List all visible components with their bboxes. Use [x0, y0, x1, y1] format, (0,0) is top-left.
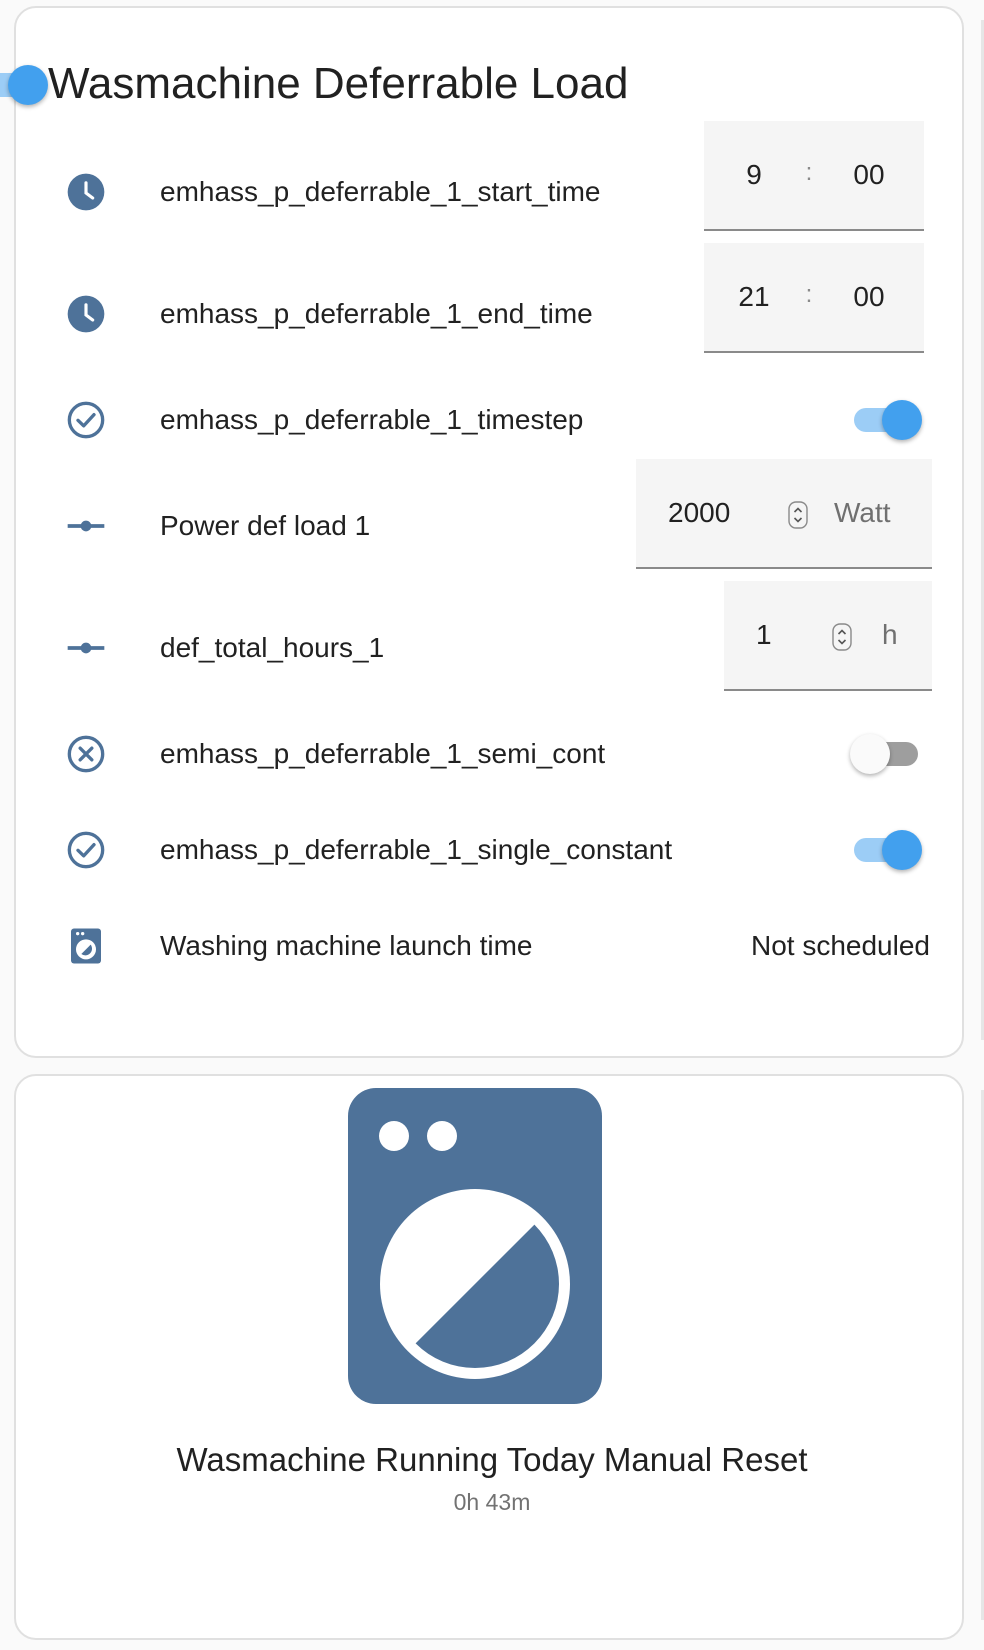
minutes-field[interactable]: 00 — [814, 121, 924, 229]
entity-state: Not scheduled — [750, 930, 930, 961]
entity-label: emhass_p_deferrable_1_start_time — [160, 176, 601, 207]
deferrable-load-card: Wasmachine Deferrable Load emhass_p_defe… — [0, 6, 964, 1058]
unit-label: Watt — [834, 497, 891, 528]
end-time-input[interactable]: 21 : 00 — [704, 243, 924, 353]
toggle-thumb — [850, 734, 890, 774]
unit-label: h — [882, 619, 898, 650]
toggle-thumb — [882, 400, 922, 440]
washing-machine-icon — [66, 926, 106, 966]
entity-row-single-constant: emhass_p_deferrable_1_single_constant — [16, 810, 962, 890]
power-number-input[interactable]: 2000 Watt — [636, 459, 932, 569]
entity-label: def_total_hours_1 — [160, 632, 385, 663]
clock-icon — [66, 172, 106, 212]
hours-field[interactable]: 21 — [704, 243, 804, 351]
hours-field[interactable]: 9 — [704, 121, 804, 229]
entity-row-start-time: emhass_p_deferrable_1_start_time 9 : 00 — [16, 121, 962, 232]
minutes-field[interactable]: 00 — [814, 243, 924, 351]
card-title: Wasmachine Deferrable Load — [48, 59, 629, 108]
entity-label: Washing machine launch time — [160, 930, 533, 961]
time-separator: : — [805, 281, 813, 308]
hours-number-input[interactable]: 1 h — [724, 581, 932, 691]
entity-row-timestep: emhass_p_deferrable_1_timestep — [16, 380, 962, 460]
entity-label: emhass_p_deferrable_1_timestep — [160, 404, 584, 435]
stepper-icon[interactable] — [832, 623, 852, 651]
number-value[interactable]: 1 — [756, 581, 772, 689]
check-circle-icon — [66, 400, 106, 440]
entity-row-power-def-load: Power def load 1 2000 Watt — [16, 459, 962, 569]
entity-label: emhass_p_deferrable_1_end_time — [160, 298, 593, 329]
stepper-icon[interactable] — [788, 501, 808, 529]
entity-row-total-hours: def_total_hours_1 1 h — [16, 581, 962, 691]
timestep-toggle[interactable] — [850, 399, 922, 441]
toggle-thumb — [882, 830, 922, 870]
entity-row-end-time: emhass_p_deferrable_1_end_time 21 : 00 — [16, 243, 962, 354]
clock-icon — [66, 294, 106, 334]
slider-icon — [66, 506, 106, 546]
semi-cont-toggle[interactable] — [850, 733, 922, 775]
check-circle-icon — [66, 830, 106, 870]
number-value[interactable]: 2000 — [668, 459, 730, 567]
slider-icon — [66, 628, 106, 668]
toggle-thumb — [8, 65, 48, 105]
time-separator: : — [805, 159, 813, 186]
header-toggle[interactable] — [0, 64, 48, 106]
card-title: Wasmachine Running Today Manual Reset — [176, 1441, 808, 1478]
entity-label: emhass_p_deferrable_1_semi_cont — [160, 738, 606, 769]
entity-row-semi-cont: emhass_p_deferrable_1_semi_cont — [16, 714, 962, 794]
single-constant-toggle[interactable] — [850, 829, 922, 871]
entity-row-launch-time[interactable]: Washing machine launch time Not schedule… — [16, 906, 962, 986]
close-circle-icon — [66, 734, 106, 774]
washing-machine-icon — [348, 1088, 602, 1404]
entity-label: Power def load 1 — [160, 510, 371, 541]
card-subtitle: 0h 43m — [453, 1489, 531, 1515]
entity-label: emhass_p_deferrable_1_single_constant — [160, 834, 673, 865]
start-time-input[interactable]: 9 : 00 — [704, 121, 924, 231]
